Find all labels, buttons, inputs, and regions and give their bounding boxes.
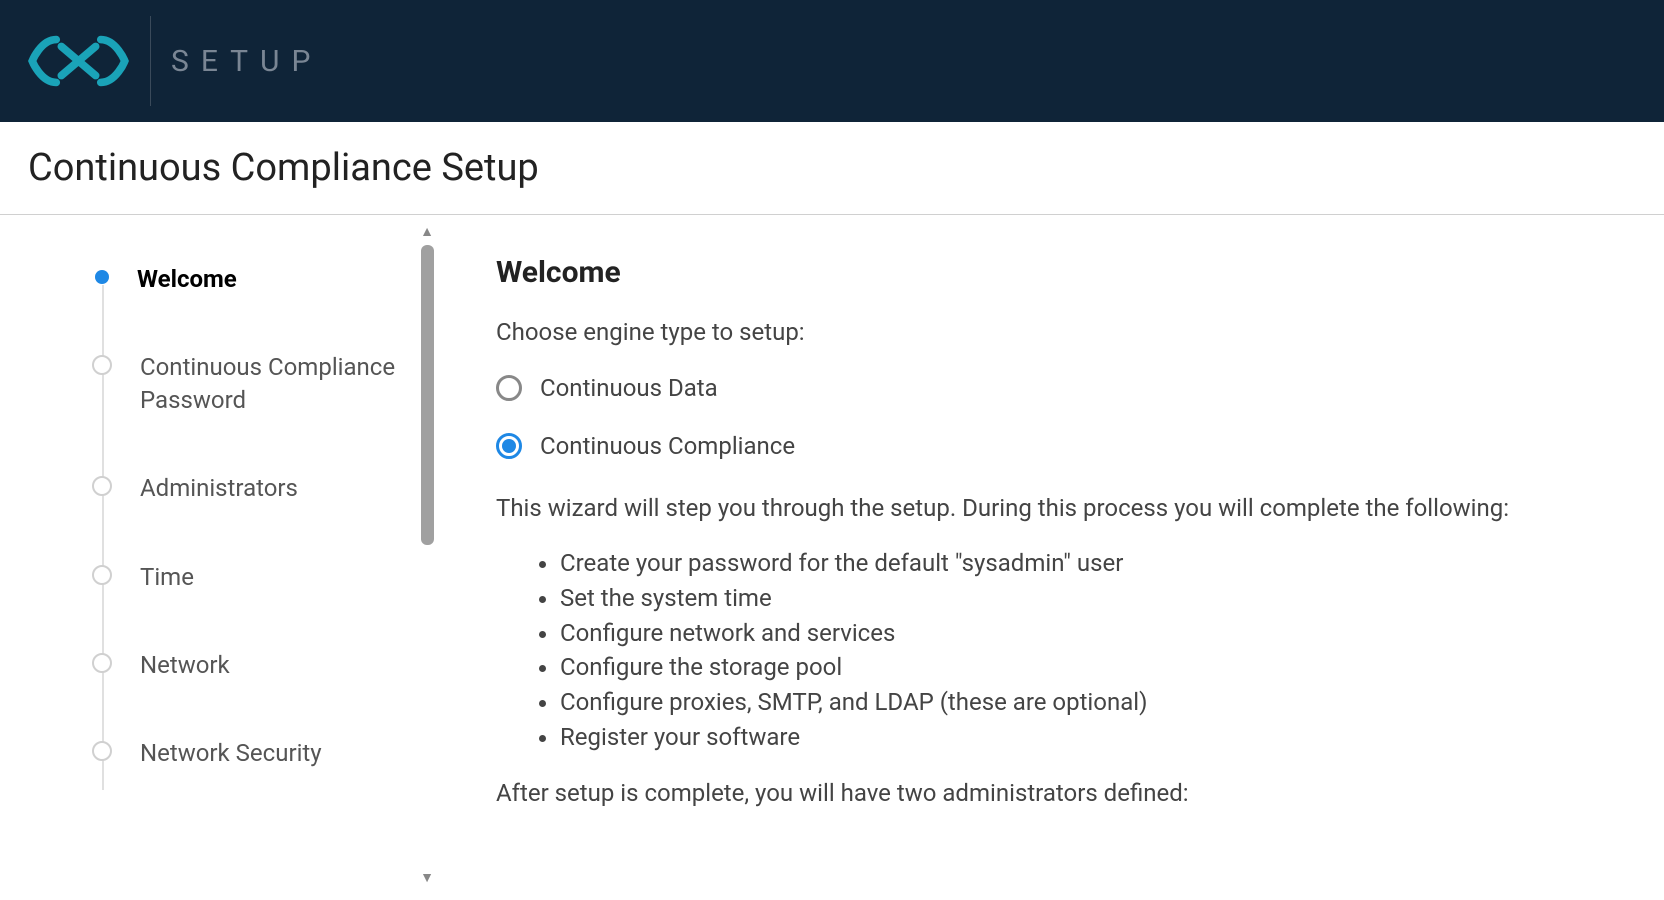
wizard-timeline: Welcome Continuous Compliance Password A… — [92, 263, 398, 770]
bullet-item: Configure network and services — [560, 616, 1624, 651]
scroll-down-icon[interactable]: ▼ — [420, 867, 434, 889]
step-label: Administrators — [140, 472, 298, 504]
radio-icon — [496, 433, 522, 459]
step-dot-icon — [92, 741, 112, 761]
radio-continuous-data[interactable]: Continuous Data — [496, 374, 1624, 402]
content-area: Welcome Continuous Compliance Password A… — [0, 215, 1664, 895]
step-label: Continuous Compliance Password — [140, 351, 398, 416]
step-dot-icon — [92, 355, 112, 375]
step-password[interactable]: Continuous Compliance Password — [92, 351, 398, 416]
header-title: SETUP — [171, 44, 322, 79]
sidebar-scrollbar[interactable]: ▲ ▼ — [414, 221, 440, 889]
step-label: Time — [140, 561, 194, 593]
radio-continuous-compliance[interactable]: Continuous Compliance — [496, 432, 1624, 460]
page-title-bar: Continuous Compliance Setup — [0, 122, 1664, 215]
step-label: Network Security — [140, 737, 322, 769]
step-time[interactable]: Time — [92, 561, 398, 593]
radio-icon — [496, 375, 522, 401]
app-logo — [8, 0, 148, 122]
radio-label: Continuous Data — [540, 374, 718, 402]
step-dot-icon — [92, 653, 112, 673]
page-title: Continuous Compliance Setup — [28, 146, 1636, 190]
bullet-item: Configure proxies, SMTP, and LDAP (these… — [560, 685, 1624, 720]
scroll-up-icon[interactable]: ▲ — [420, 221, 434, 243]
scroll-thumb[interactable] — [421, 245, 434, 545]
bullet-item: Create your password for the default "sy… — [560, 546, 1624, 581]
app-header: SETUP — [0, 0, 1664, 122]
engine-type-prompt: Choose engine type to setup: — [496, 318, 1624, 346]
wizard-description: This wizard will step you through the se… — [496, 490, 1624, 526]
main-content: Welcome Choose engine type to setup: Con… — [440, 215, 1664, 895]
step-dot-icon — [95, 270, 109, 284]
step-welcome[interactable]: Welcome — [92, 263, 398, 295]
bullet-item: Configure the storage pool — [560, 650, 1624, 685]
content-heading: Welcome — [496, 255, 1624, 290]
bullet-item: Register your software — [560, 720, 1624, 755]
after-setup-text: After setup is complete, you will have t… — [496, 775, 1624, 811]
content-fade — [440, 865, 1664, 895]
logo-icon — [26, 31, 131, 91]
step-label: Welcome — [137, 263, 237, 295]
wizard-sidebar: Welcome Continuous Compliance Password A… — [0, 215, 418, 814]
setup-bullets: Create your password for the default "sy… — [560, 546, 1624, 755]
radio-label: Continuous Compliance — [540, 432, 795, 460]
sidebar-container: Welcome Continuous Compliance Password A… — [0, 215, 440, 895]
step-administrators[interactable]: Administrators — [92, 472, 398, 504]
step-network-security[interactable]: Network Security — [92, 737, 398, 769]
step-dot-icon — [92, 476, 112, 496]
step-label: Network — [140, 649, 230, 681]
header-divider — [150, 16, 151, 106]
bullet-item: Set the system time — [560, 581, 1624, 616]
step-dot-icon — [92, 565, 112, 585]
step-network[interactable]: Network — [92, 649, 398, 681]
